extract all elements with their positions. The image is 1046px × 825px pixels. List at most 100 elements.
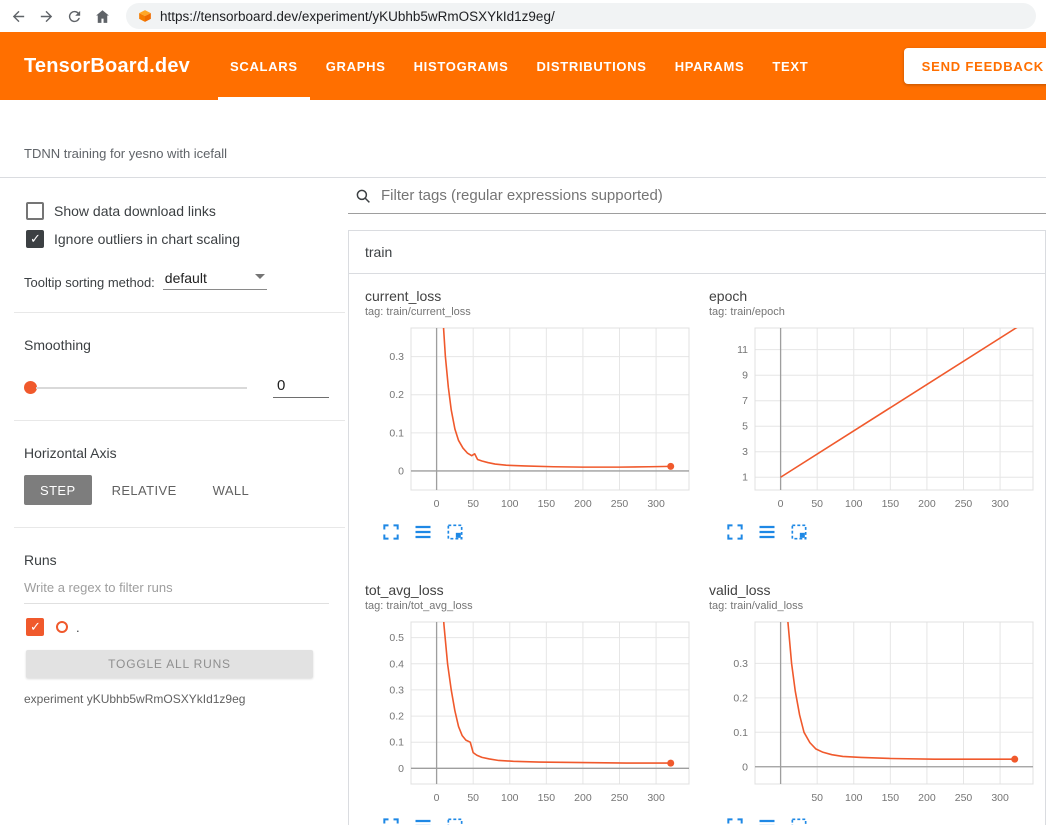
back-icon[interactable] bbox=[6, 4, 30, 28]
line-chart[interactable]: 0501001502002503001357911 bbox=[709, 322, 1039, 520]
axis-relative-button[interactable]: RELATIVE bbox=[96, 475, 193, 505]
tag-filter-input[interactable] bbox=[381, 187, 1046, 204]
brand-logo[interactable]: TensorBoard.dev bbox=[24, 55, 190, 78]
tab-distributions[interactable]: DISTRIBUTIONS bbox=[522, 32, 660, 100]
svg-text:200: 200 bbox=[918, 792, 936, 804]
chart-title: valid_loss bbox=[709, 582, 1039, 598]
chart-toolbar bbox=[725, 522, 1039, 542]
expand-chart-icon[interactable] bbox=[381, 522, 401, 542]
ignore-outliers-checkbox[interactable]: Ignore outliers in chart scaling bbox=[26, 230, 329, 248]
send-feedback-button[interactable]: SEND FEEDBACK bbox=[904, 48, 1046, 84]
svg-text:50: 50 bbox=[467, 792, 479, 804]
svg-text:0.2: 0.2 bbox=[733, 692, 748, 704]
svg-text:0.4: 0.4 bbox=[389, 658, 404, 670]
svg-text:100: 100 bbox=[845, 792, 863, 804]
chart-title: epoch bbox=[709, 288, 1039, 304]
chart-card: current_loss tag: train/current_loss 050… bbox=[365, 288, 695, 542]
run-row: . bbox=[26, 618, 329, 636]
reload-icon[interactable] bbox=[62, 4, 86, 28]
svg-text:50: 50 bbox=[467, 498, 479, 510]
run-color-swatch-icon[interactable] bbox=[56, 621, 68, 633]
svg-text:11: 11 bbox=[737, 344, 748, 356]
tooltip-sorting-value: default bbox=[165, 270, 207, 286]
svg-text:300: 300 bbox=[991, 498, 1009, 510]
svg-text:0: 0 bbox=[398, 763, 404, 775]
svg-text:3: 3 bbox=[742, 446, 748, 458]
checkbox-unchecked-icon bbox=[26, 202, 44, 220]
svg-text:200: 200 bbox=[574, 498, 592, 510]
axis-wall-button[interactable]: WALL bbox=[197, 475, 266, 505]
line-chart[interactable]: 05010015020025030000.10.20.3 bbox=[365, 322, 695, 520]
line-chart[interactable]: 05010015020025030000.10.20.30.40.5 bbox=[365, 616, 695, 814]
run-checkbox[interactable] bbox=[26, 618, 44, 636]
smoothing-value[interactable]: 0 bbox=[273, 377, 329, 398]
svg-text:0: 0 bbox=[398, 465, 404, 477]
svg-text:150: 150 bbox=[538, 792, 556, 804]
nav-tabs: SCALARS GRAPHS HISTOGRAMS DISTRIBUTIONS … bbox=[216, 32, 822, 100]
divider bbox=[14, 312, 345, 313]
svg-text:0.3: 0.3 bbox=[389, 684, 404, 696]
svg-text:250: 250 bbox=[955, 792, 973, 804]
runs-regex-input[interactable] bbox=[24, 576, 329, 604]
checkbox-label: Ignore outliers in chart scaling bbox=[54, 231, 240, 247]
svg-text:100: 100 bbox=[845, 498, 863, 510]
fit-domain-icon[interactable] bbox=[789, 522, 809, 542]
svg-text:0.3: 0.3 bbox=[389, 351, 404, 363]
sidebar: Show data download links Ignore outliers… bbox=[0, 178, 345, 825]
svg-text:0.2: 0.2 bbox=[389, 389, 404, 401]
tooltip-sorting-label: Tooltip sorting method: bbox=[24, 275, 155, 290]
log-y-axis-icon[interactable] bbox=[413, 816, 433, 825]
fit-domain-icon[interactable] bbox=[445, 816, 465, 825]
svg-text:150: 150 bbox=[538, 498, 556, 510]
tab-scalars[interactable]: SCALARS bbox=[216, 32, 312, 100]
tab-histograms[interactable]: HISTOGRAMS bbox=[400, 32, 523, 100]
svg-text:0.1: 0.1 bbox=[389, 737, 404, 749]
chart-tag: tag: train/current_loss bbox=[365, 306, 695, 318]
svg-text:9: 9 bbox=[742, 370, 748, 382]
app-header: TensorBoard.dev SCALARS GRAPHS HISTOGRAM… bbox=[0, 32, 1046, 100]
svg-text:0: 0 bbox=[434, 498, 440, 510]
chart-toolbar bbox=[381, 816, 695, 825]
svg-text:0: 0 bbox=[434, 792, 440, 804]
address-bar[interactable]: https://tensorboard.dev/experiment/yKUbh… bbox=[126, 3, 1036, 29]
svg-text:5: 5 bbox=[742, 421, 748, 433]
checkbox-checked-icon bbox=[26, 230, 44, 248]
smoothing-slider-row: 0 bbox=[24, 377, 329, 398]
section-title[interactable]: train bbox=[349, 231, 1045, 274]
divider bbox=[14, 527, 345, 528]
chart-card: valid_loss tag: train/valid_loss 5010015… bbox=[709, 582, 1039, 825]
svg-text:50: 50 bbox=[811, 498, 823, 510]
svg-text:250: 250 bbox=[955, 498, 973, 510]
svg-text:200: 200 bbox=[574, 792, 592, 804]
content: Show data download links Ignore outliers… bbox=[0, 178, 1046, 825]
toggle-all-runs-button[interactable]: TOGGLE ALL RUNS bbox=[26, 650, 313, 678]
tab-text[interactable]: TEXT bbox=[758, 32, 822, 100]
tooltip-sorting-row: Tooltip sorting method: default bbox=[24, 270, 329, 290]
expand-chart-icon[interactable] bbox=[725, 816, 745, 825]
url-text: https://tensorboard.dev/experiment/yKUbh… bbox=[160, 9, 555, 24]
expand-chart-icon[interactable] bbox=[381, 816, 401, 825]
log-y-axis-icon[interactable] bbox=[757, 816, 777, 825]
smoothing-label: Smoothing bbox=[24, 337, 329, 353]
axis-step-button[interactable]: STEP bbox=[24, 475, 92, 505]
svg-text:0: 0 bbox=[742, 761, 748, 773]
log-y-axis-icon[interactable] bbox=[413, 522, 433, 542]
fit-domain-icon[interactable] bbox=[789, 816, 809, 825]
show-download-links-checkbox[interactable]: Show data download links bbox=[26, 202, 329, 220]
tab-hparams[interactable]: HPARAMS bbox=[661, 32, 759, 100]
tab-graphs[interactable]: GRAPHS bbox=[312, 32, 400, 100]
svg-text:250: 250 bbox=[611, 498, 629, 510]
home-icon[interactable] bbox=[90, 4, 114, 28]
forward-icon[interactable] bbox=[34, 4, 58, 28]
log-y-axis-icon[interactable] bbox=[757, 522, 777, 542]
divider bbox=[14, 420, 345, 421]
fit-domain-icon[interactable] bbox=[445, 522, 465, 542]
line-chart[interactable]: 5010015020025030000.10.20.3 bbox=[709, 616, 1039, 814]
runs-label: Runs bbox=[24, 552, 329, 568]
smoothing-slider[interactable] bbox=[36, 387, 247, 389]
dropdown-caret-icon bbox=[255, 274, 265, 279]
horizontal-axis-label: Horizontal Axis bbox=[24, 445, 329, 461]
tooltip-sorting-select[interactable]: default bbox=[163, 270, 267, 290]
experiment-note: experiment yKUbhb5wRmOSXYkId1z9eg bbox=[24, 692, 329, 706]
expand-chart-icon[interactable] bbox=[725, 522, 745, 542]
